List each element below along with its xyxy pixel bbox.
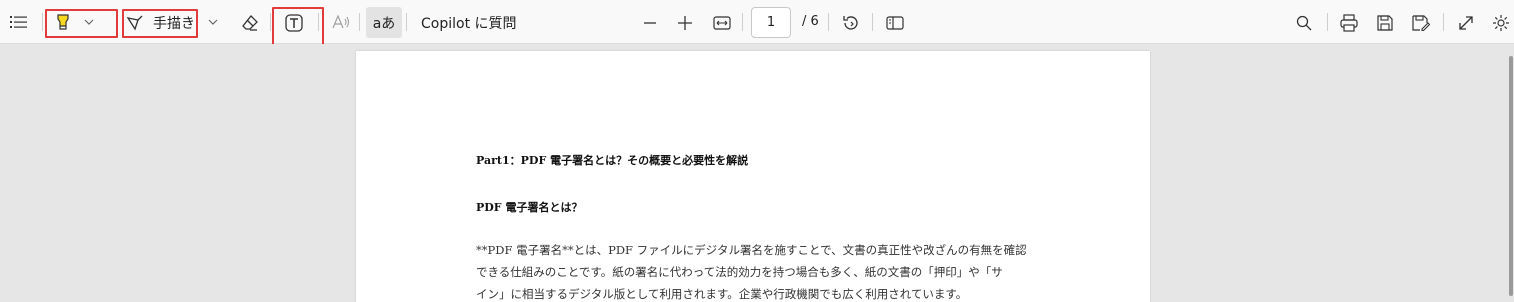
eraser-icon: [242, 15, 258, 31]
separator: [359, 13, 360, 31]
highlight-annotation-box: [45, 9, 118, 38]
separator: [828, 13, 829, 31]
rotate-icon: [843, 16, 858, 30]
fullscreen-icon: [1459, 16, 1473, 30]
save-icon: [1377, 15, 1393, 31]
search-icon: [1296, 15, 1312, 31]
separator: [270, 13, 271, 31]
eraser-button[interactable]: [239, 12, 261, 34]
separator: [742, 13, 743, 31]
page-number-input[interactable]: 1: [751, 7, 791, 38]
separator: [872, 13, 873, 31]
pdf-toolbar: 手描き aあ Copilot に質問 1 / 6: [0, 0, 1514, 48]
scrollbar-thumb[interactable]: [1509, 56, 1513, 296]
contents-button[interactable]: [8, 12, 30, 32]
fullscreen-button[interactable]: [1455, 12, 1477, 34]
fit-width-icon: [713, 16, 731, 30]
translate-icon: aあ: [372, 15, 396, 32]
text-annotation-box: [272, 7, 324, 48]
page-total: / 6: [802, 14, 819, 29]
fit-width-button[interactable]: [711, 12, 733, 34]
settings-icon: [1493, 15, 1509, 31]
search-button[interactable]: [1293, 12, 1315, 34]
paragraph-line: **PDF 電子署名**とは、PDF ファイルにデジタル署名を施すことで、文書の…: [476, 243, 1027, 257]
save-as-icon: [1412, 15, 1430, 31]
save-as-button[interactable]: [1410, 12, 1432, 34]
draw-annotation-box: [122, 9, 198, 38]
translate-button[interactable]: aあ: [366, 7, 402, 38]
paragraph-line: できる仕組みのことです。紙の署名に代わって法的効力を持つ場合も多く、紙の文書の「…: [476, 265, 1003, 279]
paragraph-line: イン」に相当するデジタル版として利用されます。企業や行政機関でも広く利用されてい…: [476, 287, 968, 301]
settings-button[interactable]: [1490, 12, 1512, 34]
contents-icon: [10, 16, 27, 28]
document-viewer: Part1：PDF 電子署名とは？その概要と必要性を解説 PDF 電子署名とは？…: [0, 44, 1514, 302]
rotate-button[interactable]: [840, 12, 862, 34]
separator: [406, 13, 407, 31]
document-subheading: PDF 電子署名とは？: [476, 201, 583, 214]
page-view-button[interactable]: [884, 12, 906, 34]
chevron-down-icon: [208, 19, 218, 25]
print-button[interactable]: [1338, 12, 1360, 34]
zoom-in-icon: [678, 16, 692, 30]
separator: [42, 13, 43, 31]
read-aloud-button[interactable]: [331, 12, 351, 32]
read-aloud-icon: [332, 14, 350, 29]
separator: [318, 13, 319, 31]
separator: [1443, 13, 1444, 31]
page-view-icon: [886, 16, 904, 30]
pdf-page: Part1：PDF 電子署名とは？その概要と必要性を解説 PDF 電子署名とは？…: [356, 51, 1150, 302]
copilot-label: Copilot に質問: [421, 16, 517, 32]
document-heading: Part1：PDF 電子署名とは？その概要と必要性を解説: [476, 154, 749, 167]
zoom-out-button[interactable]: [640, 12, 660, 34]
separator: [1327, 13, 1328, 31]
zoom-out-icon: [644, 22, 656, 24]
draw-options-dropdown[interactable]: [206, 14, 220, 30]
ask-copilot-button[interactable]: Copilot に質問: [421, 12, 517, 34]
print-icon: [1340, 14, 1358, 32]
zoom-in-button[interactable]: [675, 12, 695, 34]
save-button[interactable]: [1374, 12, 1396, 34]
